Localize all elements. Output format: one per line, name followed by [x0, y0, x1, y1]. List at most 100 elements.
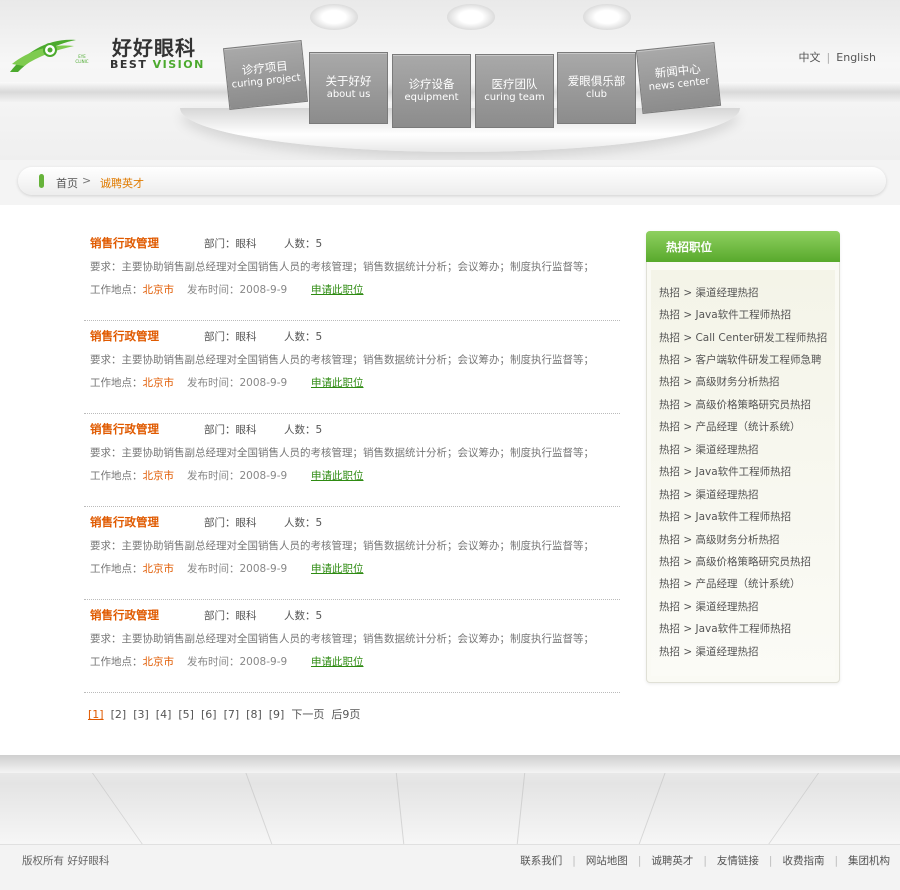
- page-link[interactable]: [7]: [224, 708, 240, 721]
- hot-job-link[interactable]: 热招 > 渠道经理热招: [659, 599, 758, 614]
- apply-job-link[interactable]: 申请此职位: [311, 561, 364, 576]
- job-requirement: 要求：主要协助销售副总经理对全国销售人员的考核管理；销售数据统计分析；会议筹办；…: [90, 540, 594, 552]
- breadcrumb-current: 诚聘英才: [100, 177, 144, 190]
- apply-job-link[interactable]: 申请此职位: [311, 282, 364, 297]
- footer-separator: |: [703, 855, 707, 867]
- nav-label-cn: 爱眼俱乐部: [567, 74, 626, 88]
- nav-tab-club[interactable]: 爱眼俱乐部 club: [557, 52, 636, 124]
- nav-label-en: about us: [326, 89, 371, 100]
- next-page-link[interactable]: 下一页: [291, 708, 324, 721]
- hot-job-link[interactable]: 热招 > 产品经理（统计系统）: [659, 576, 800, 591]
- floor-tile-line: [515, 773, 526, 850]
- job-department: 部门：眼科: [204, 517, 257, 529]
- job-location: 工作地点：北京市: [90, 563, 174, 575]
- job-listing: 销售行政管理 部门：眼科 人数：5 要求：主要协助销售副总经理对全国销售人员的考…: [84, 600, 620, 693]
- nav-tab-news-center[interactable]: 新闻中心 news center: [635, 42, 722, 114]
- floor-tile-line: [245, 773, 276, 850]
- hot-job-link[interactable]: 热招 > 高级价格策略研究员热招: [659, 554, 811, 569]
- nav-label-en: club: [586, 89, 607, 100]
- job-department: 部门：眼科: [204, 238, 257, 250]
- breadcrumb-home-link[interactable]: 首页: [56, 175, 78, 191]
- job-location: 工作地点：北京市: [90, 656, 174, 668]
- hot-job-link[interactable]: 热招 > Java软件工程师热招: [659, 464, 791, 479]
- job-post-date: 发布时间：2008-9-9: [187, 377, 288, 389]
- breadcrumb: 首页 > 诚聘英才: [18, 167, 886, 195]
- job-title-link[interactable]: 销售行政管理: [90, 421, 159, 437]
- hot-job-link[interactable]: 热招 > 高级价格策略研究员热招: [659, 397, 811, 412]
- footer-link-friends[interactable]: 友情链接: [717, 855, 759, 867]
- hot-job-link[interactable]: 热招 > 高级财务分析热招: [659, 532, 779, 547]
- hot-jobs-panel: 热招职位 热招 > 渠道经理热招 热招 > Java软件工程师热招 热招 > C…: [646, 231, 840, 683]
- job-title-link[interactable]: 销售行政管理: [90, 328, 159, 344]
- footer-links: 联系我们 | 网站地图 | 诚聘英才 | 友情链接 | 收费指南 | 集团机构: [520, 853, 890, 868]
- job-requirement: 要求：主要协助销售副总经理对全国销售人员的考核管理；销售数据统计分析；会议筹办；…: [90, 354, 594, 366]
- job-title-link[interactable]: 销售行政管理: [90, 607, 159, 623]
- apply-job-link[interactable]: 申请此职位: [311, 468, 364, 483]
- apply-job-link[interactable]: 申请此职位: [311, 654, 364, 669]
- job-department: 部门：眼科: [204, 424, 257, 436]
- hot-job-link[interactable]: 热招 > 渠道经理热招: [659, 285, 758, 300]
- footer-link-sitemap[interactable]: 网站地图: [586, 855, 628, 867]
- hot-job-link[interactable]: 热招 > 客户端软件研发工程师急聘: [659, 352, 821, 367]
- page-link[interactable]: [9]: [269, 708, 285, 721]
- job-headcount: 人数：5: [284, 610, 323, 622]
- footer-separator: |: [834, 855, 838, 867]
- footer-link-group[interactable]: 集团机构: [848, 855, 890, 867]
- hot-job-link[interactable]: 热招 > Java软件工程师热招: [659, 307, 791, 322]
- hot-job-link[interactable]: 热招 > Call Center研发工程师热招: [659, 330, 827, 345]
- breadcrumb-arrow-icon: >: [82, 174, 92, 187]
- hot-job-link[interactable]: 热招 > 渠道经理热招: [659, 487, 758, 502]
- footer-separator: |: [637, 855, 642, 867]
- footer-separator: |: [572, 855, 576, 867]
- hot-job-link[interactable]: 热招 > Java软件工程师热招: [659, 621, 791, 636]
- logo-english-name: BEST VISION: [110, 58, 205, 71]
- nav-label-cn: 医疗团队: [491, 77, 538, 91]
- ceiling-light: [447, 4, 495, 30]
- site-footer: 版权所有 好好眼科 联系我们 | 网站地图 | 诚聘英才 | 友情链接 | 收费指南 | 集团机构: [0, 844, 900, 890]
- footer-link-fees[interactable]: 收费指南: [782, 855, 824, 867]
- hot-job-link[interactable]: 热招 > 渠道经理热招: [659, 644, 758, 659]
- job-title-link[interactable]: 销售行政管理: [90, 235, 159, 251]
- job-post-date: 发布时间：2008-9-9: [187, 656, 288, 668]
- main-nav: 诊疗项目 curing project 关于好好 about us 诊疗设备 e…: [222, 40, 722, 130]
- page-link[interactable]: [3]: [133, 708, 149, 721]
- logo-chinese-name: 好好眼科: [112, 36, 196, 60]
- last-pages-link[interactable]: 后9页: [331, 708, 360, 721]
- eye-logo-icon: [10, 39, 76, 72]
- hot-job-link[interactable]: 热招 > 产品经理（统计系统）: [659, 419, 800, 434]
- hot-job-link[interactable]: 热招 > 渠道经理热招: [659, 442, 758, 457]
- job-headcount: 人数：5: [284, 331, 323, 343]
- hot-job-link[interactable]: 热招 > 高级财务分析热招: [659, 374, 779, 389]
- hot-jobs-list: 热招 > 渠道经理热招 热招 > Java软件工程师热招 热招 > Call C…: [651, 270, 835, 676]
- nav-tab-curing-project[interactable]: 诊疗项目 curing project: [222, 40, 309, 110]
- lang-english-link[interactable]: English: [836, 51, 876, 64]
- job-requirement: 要求：主要协助销售副总经理对全国销售人员的考核管理；销售数据统计分析；会议筹办；…: [90, 633, 594, 645]
- floor-tile-line: [635, 773, 666, 850]
- apply-job-link[interactable]: 申请此职位: [311, 375, 364, 390]
- footer-link-careers[interactable]: 诚聘英才: [651, 855, 693, 867]
- floor-tile-line: [761, 773, 820, 850]
- page-link-current[interactable]: [1]: [88, 708, 104, 721]
- lang-chinese-link[interactable]: 中文: [799, 51, 821, 64]
- page-link[interactable]: [5]: [178, 708, 194, 721]
- nav-tab-about-us[interactable]: 关于好好 about us: [309, 52, 388, 124]
- job-requirement: 要求：主要协助销售副总经理对全国销售人员的考核管理；销售数据统计分析；会议筹办；…: [90, 261, 594, 273]
- hot-job-link[interactable]: 热招 > Java软件工程师热招: [659, 509, 791, 524]
- site-logo[interactable]: EYE CLINIC 好好眼科 BEST VISION: [8, 30, 208, 74]
- nav-tab-equipment[interactable]: 诊疗设备 equipment: [392, 54, 471, 128]
- copyright-text: 版权所有 好好眼科: [22, 855, 110, 867]
- page-link[interactable]: [4]: [156, 708, 172, 721]
- job-list: 销售行政管理 部门：眼科 人数：5 要求：主要协助销售副总经理对全国销售人员的考…: [84, 228, 620, 693]
- nav-tab-curing-team[interactable]: 医疗团队 curing team: [475, 54, 554, 128]
- footer-link-contact[interactable]: 联系我们: [520, 855, 562, 867]
- job-post-date: 发布时间：2008-9-9: [187, 470, 288, 482]
- job-location: 工作地点：北京市: [90, 470, 174, 482]
- page-link[interactable]: [8]: [246, 708, 262, 721]
- job-title-link[interactable]: 销售行政管理: [90, 514, 159, 530]
- job-listing: 销售行政管理 部门：眼科 人数：5 要求：主要协助销售副总经理对全国销售人员的考…: [84, 414, 620, 507]
- page-link[interactable]: [2]: [111, 708, 127, 721]
- site-header: EYE CLINIC 好好眼科 BEST VISION 中文 | English 诊…: [0, 0, 900, 160]
- lang-separator: |: [826, 51, 831, 64]
- job-department: 部门：眼科: [204, 331, 257, 343]
- page-link[interactable]: [6]: [201, 708, 217, 721]
